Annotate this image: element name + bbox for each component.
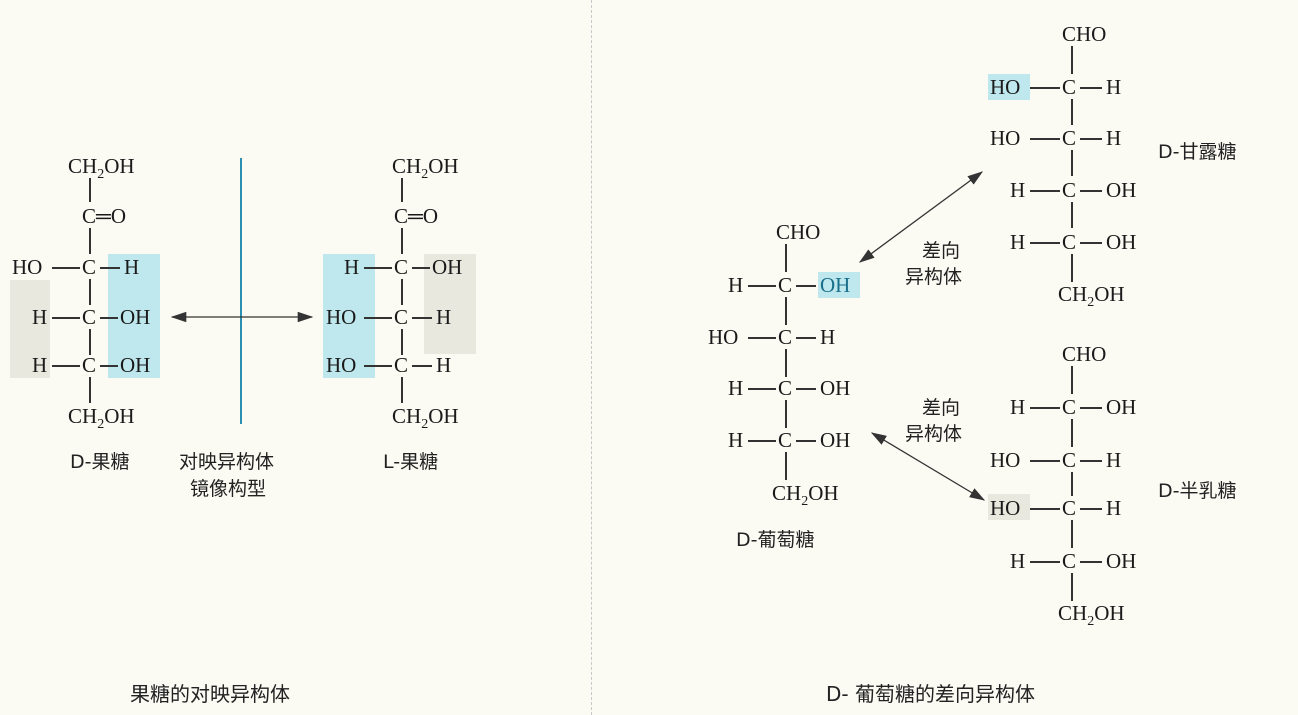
h-label: H	[1106, 75, 1122, 99]
h-label: H	[728, 273, 744, 297]
h-label: H	[1106, 126, 1122, 150]
c-label: C	[1062, 230, 1077, 254]
oh-label: OH	[1106, 395, 1137, 419]
oh-label: OH	[820, 428, 851, 452]
cho-label: CHO	[1062, 22, 1107, 46]
c-label: C	[1062, 496, 1077, 520]
ho-label: HO	[990, 126, 1021, 150]
epimer-label-top-line1: 差向	[922, 240, 961, 262]
c-label: C	[778, 325, 793, 349]
h-label: H	[1106, 496, 1122, 520]
d-galactose-label: D-半乳糖	[1158, 480, 1237, 502]
right-caption: D- 葡萄糖的差向异构体	[826, 682, 1035, 706]
cho-label: CHO	[1062, 342, 1107, 366]
c-label: C	[778, 428, 793, 452]
ho-label: HO	[708, 325, 739, 349]
ch2oh-bottom: CH2OH	[1058, 282, 1125, 311]
oh-label: OH	[820, 376, 851, 400]
h-label: H	[1010, 395, 1026, 419]
ch2oh-bottom: CH2OH	[772, 481, 839, 510]
c-label: C	[1062, 178, 1077, 202]
c-label: C	[1062, 395, 1077, 419]
epimer-label-top-line2: 异构体	[905, 266, 963, 288]
h-label: H	[820, 325, 836, 349]
c-label: C	[1062, 549, 1077, 573]
h-label: H	[1010, 549, 1026, 573]
c-label: C	[778, 376, 793, 400]
h-label: H	[728, 428, 744, 452]
enantiomer-label-line2: 镜像构型	[190, 478, 267, 500]
c-label: C	[1062, 126, 1077, 150]
cho-label: CHO	[776, 220, 821, 244]
epimer-arrow-mannose	[858, 171, 984, 263]
ho-label: HO	[990, 496, 1021, 520]
oh-label: OH	[1106, 230, 1137, 254]
d-mannose-label: D-甘露糖	[1158, 141, 1237, 163]
oh-label: OH	[1106, 549, 1137, 573]
h-label: H	[1010, 178, 1026, 202]
c-label: C	[1062, 448, 1077, 472]
left-caption: 果糖的对映异构体	[130, 682, 290, 706]
epimer-label-bottom-line2: 异构体	[905, 423, 963, 445]
oh-label: OH	[820, 273, 851, 297]
c-label: C	[778, 273, 793, 297]
h-label: H	[1010, 230, 1026, 254]
c-label: C	[1062, 75, 1077, 99]
ch2oh-bottom: CH2OH	[1058, 601, 1125, 630]
ho-label: HO	[990, 75, 1021, 99]
h-label: H	[728, 376, 744, 400]
ho-label: HO	[990, 448, 1021, 472]
epimer-label-bottom-line1: 差向	[922, 397, 961, 419]
d-glucose-label: D-葡萄糖	[736, 529, 815, 551]
enantiomer-label-line1: 对映异构体	[179, 451, 275, 473]
h-label: H	[1106, 448, 1122, 472]
oh-label: OH	[1106, 178, 1137, 202]
